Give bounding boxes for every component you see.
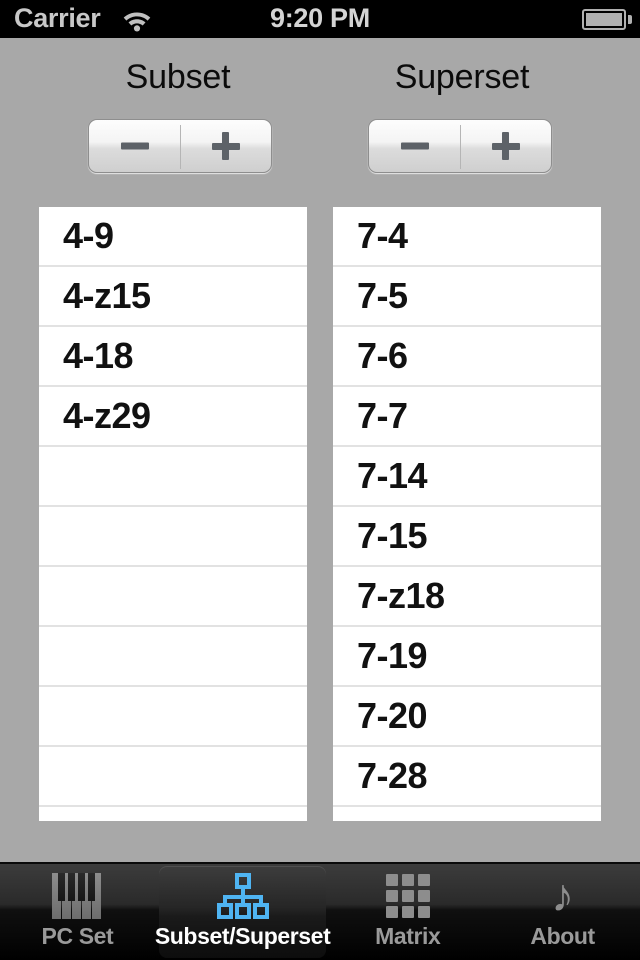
- tab-pc-set[interactable]: PC Set: [0, 864, 155, 960]
- app-screen: Carrier 9:20 PM Subset 4-9 4-z15 4-18 4-z29…: [0, 0, 640, 960]
- subset-table[interactable]: 4-9 4-z15 4-18 4-z29: [39, 207, 307, 821]
- plus-icon: [211, 132, 240, 160]
- piano-icon: [49, 872, 105, 920]
- table-row[interactable]: 7-4: [333, 207, 601, 267]
- table-row[interactable]: 4-z29: [39, 387, 307, 447]
- minus-icon: [120, 142, 149, 150]
- tab-label-pc-set: PC Set: [41, 923, 114, 949]
- music-note-icon: ♪: [535, 872, 591, 920]
- subset-panel-title: Subset: [125, 58, 231, 96]
- table-row-label: 4-z15: [63, 275, 151, 316]
- table-row-label: 7-7: [357, 395, 408, 436]
- tab-matrix[interactable]: Matrix: [330, 864, 485, 960]
- table-row[interactable]: 7-6: [333, 327, 601, 387]
- table-row[interactable]: [39, 567, 307, 627]
- superset-table[interactable]: 7-4 7-5 7-6 7-7 7-14 7-15 7-z18 7-19 7-20 7-28: [333, 207, 601, 821]
- battery-fill: [586, 13, 622, 26]
- tab-subset-superset[interactable]: Subset/Superset: [155, 864, 331, 960]
- table-row-label: 7-20: [357, 695, 428, 736]
- table-row[interactable]: 7-z18: [333, 567, 601, 627]
- table-row[interactable]: 7-7: [333, 387, 601, 447]
- table-row-label: 4-18: [63, 335, 134, 376]
- tab-label-about: About: [530, 923, 595, 949]
- table-row[interactable]: 4-9: [39, 207, 307, 267]
- tab-about[interactable]: ♪ About: [485, 864, 640, 960]
- table-row[interactable]: 7-5: [333, 267, 601, 327]
- battery-icon: [582, 9, 626, 30]
- superset-panel-title: Superset: [394, 58, 530, 96]
- table-row[interactable]: 7-14: [333, 447, 601, 507]
- grid-icon: [380, 872, 436, 920]
- table-row[interactable]: [39, 687, 307, 747]
- table-row[interactable]: [39, 507, 307, 567]
- table-row-label: 7-6: [357, 335, 408, 376]
- table-row-label: 7-19: [357, 635, 428, 676]
- superset-stepper[interactable]: [368, 119, 552, 173]
- tab-label-subset-superset: Subset/Superset: [154, 923, 331, 949]
- subset-stepper-decrement[interactable]: [89, 120, 180, 172]
- clock-label: 9:20 PM: [270, 3, 370, 33]
- superset-stepper-increment[interactable]: [460, 120, 551, 172]
- table-row[interactable]: 7-19: [333, 627, 601, 687]
- table-row-label: 4-z29: [63, 395, 151, 436]
- table-row[interactable]: [39, 627, 307, 687]
- music-note-glyph: ♪: [551, 869, 575, 921]
- table-row-label: 7-28: [357, 755, 428, 796]
- table-row-label: 7-5: [357, 275, 408, 316]
- subset-stepper-increment[interactable]: [180, 120, 271, 172]
- table-row-label: 7-14: [357, 455, 428, 496]
- battery-nub-icon: [628, 15, 632, 24]
- table-row[interactable]: 4-z15: [39, 267, 307, 327]
- superset-stepper-decrement[interactable]: [369, 120, 460, 172]
- table-row-label: 4-9: [63, 215, 114, 256]
- tab-label-matrix: Matrix: [375, 923, 441, 949]
- minus-icon: [400, 142, 429, 150]
- plus-icon: [491, 132, 520, 160]
- table-row[interactable]: 7-20: [333, 687, 601, 747]
- tab-bar: PC Set Subset/Superset Matrix ♪ About: [0, 862, 640, 960]
- table-row-label: 7-4: [357, 215, 408, 256]
- table-row[interactable]: 7-15: [333, 507, 601, 567]
- table-row[interactable]: 7-28: [333, 747, 601, 807]
- table-row-label: 7-15: [357, 515, 428, 556]
- status-bar: Carrier 9:20 PM: [0, 0, 640, 38]
- table-row[interactable]: [39, 747, 307, 807]
- table-row-label: 7-z18: [357, 575, 445, 616]
- table-row[interactable]: [39, 447, 307, 507]
- subset-stepper[interactable]: [88, 119, 272, 173]
- table-row[interactable]: 4-18: [39, 327, 307, 387]
- hierarchy-icon: [215, 872, 271, 920]
